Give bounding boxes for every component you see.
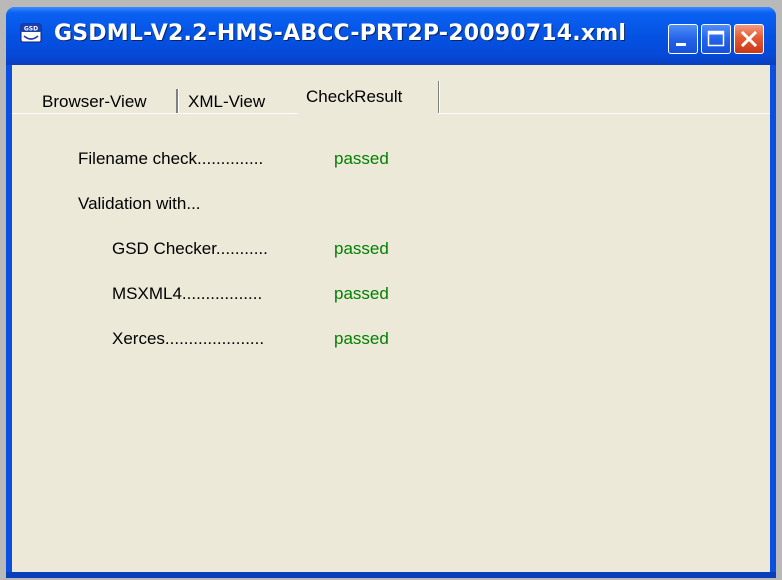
close-icon <box>740 30 758 48</box>
minimize-button[interactable] <box>668 24 698 54</box>
tab-strip: Browser-View XML-View CheckResult <box>12 65 770 114</box>
app-window: GSD GSDML-V2.2-HMS-ABCC-PRT2P-20090714.x… <box>6 7 776 578</box>
app-icon-label: GSD <box>24 26 38 33</box>
window-title: GSDML-V2.2-HMS-ABCC-PRT2P-20090714.xml <box>54 21 627 46</box>
filename-check-status: passed <box>334 149 389 168</box>
tab-separator <box>176 89 179 113</box>
msxml4-label: MSXML4................. <box>112 284 263 303</box>
xerces-status: passed <box>334 329 389 348</box>
title-bar[interactable]: GSD GSDML-V2.2-HMS-ABCC-PRT2P-20090714.x… <box>6 7 776 65</box>
tab-xml-view[interactable]: XML-View <box>188 88 265 115</box>
close-button[interactable] <box>734 24 764 54</box>
msxml4-status: passed <box>334 284 389 303</box>
gsd-checker-status: passed <box>334 239 389 258</box>
minimize-icon <box>676 43 686 46</box>
maximize-icon <box>707 30 725 47</box>
window-bottom-border <box>6 572 776 578</box>
filename-check-label: Filename check.............. <box>78 149 264 168</box>
client-area: Browser-View XML-View CheckResult Filena… <box>12 65 770 572</box>
tab-checkresult[interactable]: CheckResult <box>298 80 438 114</box>
gsd-checker-label: GSD Checker........... <box>112 239 268 258</box>
maximize-button[interactable] <box>701 24 731 54</box>
gsd-app-icon: GSD <box>20 23 42 43</box>
xerces-label: Xerces..................... <box>112 329 265 348</box>
validation-heading: Validation with... <box>78 194 201 213</box>
tab-browser-view[interactable]: Browser-View <box>42 88 147 115</box>
